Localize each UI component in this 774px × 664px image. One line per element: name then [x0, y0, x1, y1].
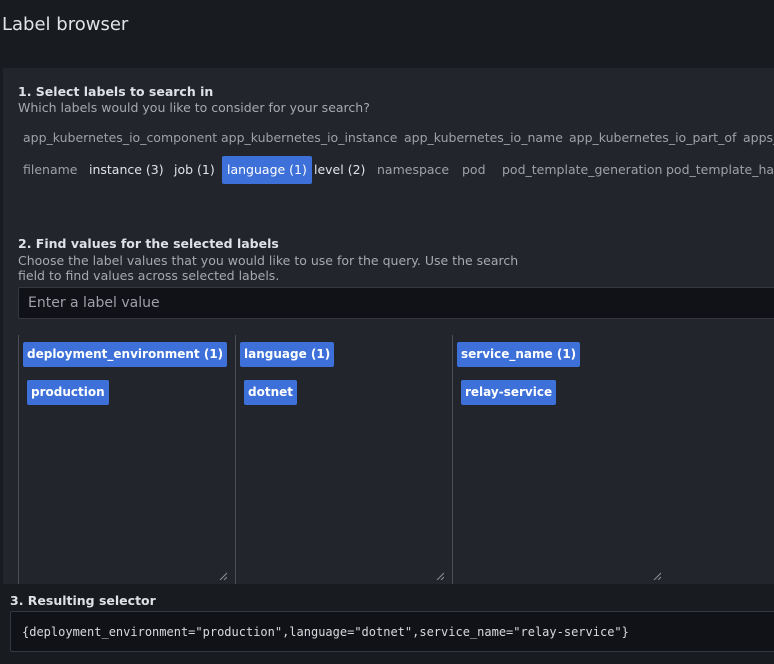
label-chip-app-kubernetes-io-name[interactable]: app_kubernetes_io_name	[399, 124, 568, 152]
value-chip-production[interactable]: production	[27, 380, 109, 405]
column-label-deployment-environment[interactable]: deployment_environment (1)	[23, 342, 228, 367]
label-browser-panel: 1. Select labels to search in Which labe…	[3, 68, 774, 584]
resize-handle-icon[interactable]	[219, 572, 227, 580]
label-value-search-input[interactable]	[18, 287, 774, 319]
page-title: Label browser	[2, 14, 129, 35]
label-chip-pod-template-generation[interactable]: pod_template_generation	[497, 156, 667, 184]
label-chip-apps[interactable]: apps_	[738, 124, 774, 152]
label-chip-app-kubernetes-io-part-of[interactable]: app_kubernetes_io_part_of	[564, 124, 741, 152]
column-label-language[interactable]: language (1)	[240, 342, 335, 367]
value-chip-relay-service[interactable]: relay-service	[461, 380, 557, 405]
step1-heading: 1. Select labels to search in	[18, 84, 214, 99]
label-chip-namespace[interactable]: namespace	[372, 156, 454, 184]
label-chip-language[interactable]: language (1)	[222, 156, 312, 184]
value-column-deployment-environment[interactable]: deployment_environment (1) production	[18, 335, 235, 584]
value-column-language[interactable]: language (1) dotnet	[235, 335, 452, 584]
label-chip-job[interactable]: job (1)	[169, 156, 220, 184]
column-label-service-name[interactable]: service_name (1)	[457, 342, 581, 367]
step3-heading: 3. Resulting selector	[10, 593, 156, 608]
label-chip-app-kubernetes-io-instance[interactable]: app_kubernetes_io_instance	[216, 124, 402, 152]
label-row-1: app_kubernetes_io_component app_kubernet…	[18, 124, 774, 152]
label-browser: Label browser 1. Select labels to search…	[0, 0, 774, 664]
label-chip-pod[interactable]: pod	[457, 156, 491, 184]
label-chip-instance[interactable]: instance (3)	[84, 156, 169, 184]
step1-subtitle: Which labels would you like to consider …	[18, 100, 370, 115]
step2-heading: 2. Find values for the selected labels	[18, 236, 279, 251]
label-chip-pod-template-hash[interactable]: pod_template_hash	[661, 156, 774, 184]
step2-subtitle-line2: field to find values across selected lab…	[18, 268, 280, 283]
resulting-selector[interactable]: {deployment_environment="production",lan…	[10, 611, 774, 652]
label-chip-level[interactable]: level (2)	[309, 156, 370, 184]
value-chip-dotnet[interactable]: dotnet	[244, 380, 297, 405]
label-chip-filename[interactable]: filename	[18, 156, 83, 184]
value-column-service-name[interactable]: service_name (1) relay-service	[452, 335, 669, 584]
label-chip-app-kubernetes-io-component[interactable]: app_kubernetes_io_component	[18, 124, 222, 152]
step2-subtitle-line1: Choose the label values that you would l…	[18, 253, 519, 268]
label-row-2: filename instance (3) job (1) language (…	[18, 156, 774, 184]
resize-handle-icon[interactable]	[653, 572, 661, 580]
resize-handle-icon[interactable]	[436, 572, 444, 580]
